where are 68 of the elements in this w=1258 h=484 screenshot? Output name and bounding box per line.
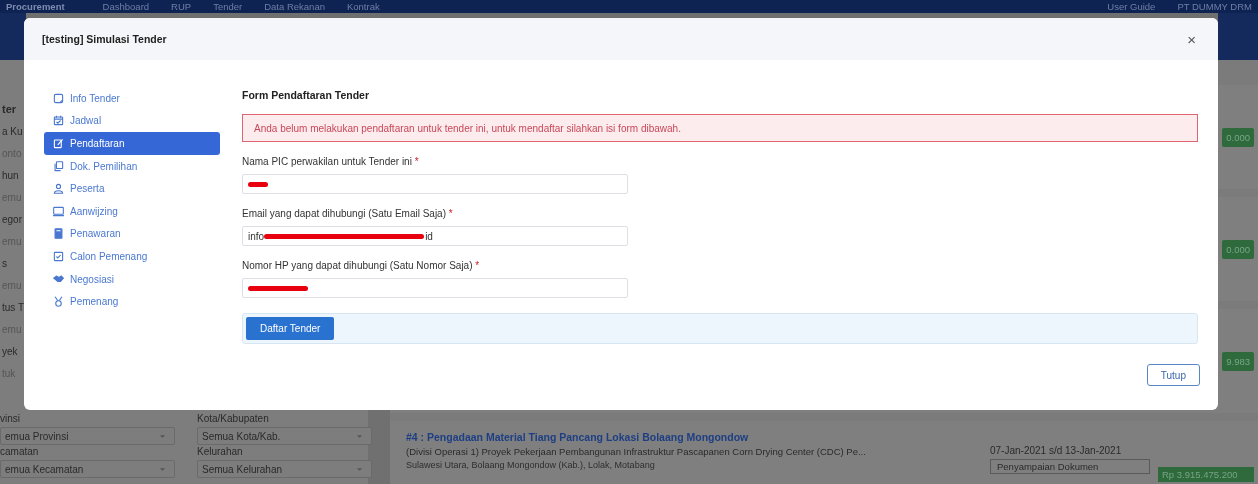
caret-icon bbox=[159, 432, 166, 440]
checkbox-icon bbox=[53, 250, 64, 262]
user-icon bbox=[53, 183, 64, 195]
caret-icon bbox=[356, 432, 363, 440]
user-menu[interactable]: PT DUMMY DRM bbox=[1177, 1, 1252, 12]
sidebar-tab[interactable]: Aanwijzing bbox=[44, 199, 220, 223]
tender-description: (Divisi Operasi 1) Proyek Pekerjaan Pembangunan Infrastruktur Pascapanen Corn Drying Center (CDC) Pe... bbox=[406, 446, 867, 457]
field-label: Email yang dapat dihubungi (Satu Email Saja) * bbox=[242, 208, 454, 220]
panel-heading: ter bbox=[2, 103, 17, 115]
filter-label: vinsi bbox=[0, 412, 21, 425]
stage-label: Penyampaian Dokumen bbox=[990, 459, 1150, 474]
calculator-icon bbox=[53, 228, 64, 240]
sidebar-tab[interactable]: Pendaftaran bbox=[44, 132, 220, 155]
form-title: Form Pendaftaran Tender bbox=[242, 88, 370, 103]
modal-title: [testing] Simulasi Tender bbox=[42, 33, 167, 45]
filter-label: Kota/Kabupaten bbox=[197, 412, 270, 425]
filter-label: egor bbox=[2, 213, 22, 225]
sidebar-tab[interactable]: Negosiasi bbox=[44, 267, 220, 291]
field-label: Nomor HP yang dapat dihubungi (Satu Nomor Saja) * bbox=[242, 260, 481, 272]
sidebar-tab[interactable]: Dok. Pemilihan bbox=[44, 154, 220, 178]
square-icon bbox=[53, 92, 64, 104]
input-field[interactable] bbox=[242, 174, 628, 194]
alert-message: Anda belum melakukan pendaftaran untuk tender ini, untuk mendaftar silahkan isi form dibawah. bbox=[242, 114, 1198, 142]
filter-label: a Ku bbox=[2, 125, 23, 137]
price-badge: 9.983 bbox=[1222, 351, 1254, 371]
sidebar-tab[interactable]: Info Tender bbox=[44, 87, 220, 110]
filter-label: tus T bbox=[2, 301, 25, 313]
input-field[interactable] bbox=[242, 278, 628, 298]
tender-title-link[interactable]: #4 : Pengadaan Material Tiang Pancang Lokasi Bolaang Mongondow bbox=[406, 431, 982, 443]
input-field[interactable]: info id bbox=[242, 226, 628, 246]
select-dropdown[interactable]: Semua Kota/Kab. bbox=[197, 427, 372, 445]
select-dropdown[interactable]: emua Provinsi bbox=[0, 427, 175, 445]
nav-link[interactable]: Tender bbox=[213, 1, 243, 12]
medal-icon bbox=[53, 296, 64, 308]
filter-label: hun bbox=[2, 169, 19, 181]
tender-location: Sulawesi Utara, Bolaang Mongondow (Kab.), Lolak, Motabang bbox=[406, 460, 656, 470]
sidebar-tab[interactable]: Jadwal bbox=[44, 109, 220, 133]
calendar-icon bbox=[53, 115, 64, 127]
price-badge: 0.000 bbox=[1222, 127, 1254, 147]
price-badge: 0.000 bbox=[1222, 239, 1254, 259]
filter-label: camatan bbox=[0, 445, 40, 458]
close-modal-button[interactable]: Tutup bbox=[1146, 364, 1200, 386]
handshake-icon bbox=[53, 273, 64, 285]
copy-icon bbox=[53, 160, 64, 172]
edit-icon bbox=[53, 138, 64, 149]
register-button[interactable]: Daftar Tender bbox=[246, 317, 335, 340]
brand-name[interactable]: Procurement bbox=[6, 1, 65, 12]
field-label: Nama PIC perwakilan untuk Tender ini * bbox=[242, 156, 420, 168]
filter-label: Kelurahan bbox=[197, 445, 244, 458]
price-badge: Rp 3.915.475.200 bbox=[1158, 467, 1254, 482]
caret-icon bbox=[356, 465, 363, 473]
select-dropdown[interactable]: emua Kecamatan bbox=[0, 460, 175, 478]
nav-link[interactable]: RUP bbox=[171, 1, 192, 12]
tender-period: 07-Jan-2021 s/d 13-Jan-2021 bbox=[990, 445, 1123, 456]
user-guide-link[interactable]: User Guide bbox=[1107, 1, 1156, 12]
filter-label: s bbox=[2, 257, 7, 269]
sidebar-tab[interactable]: Calon Pemenang bbox=[44, 245, 220, 268]
filter-label: yek bbox=[2, 345, 18, 357]
sidebar-tab[interactable]: Peserta bbox=[44, 177, 220, 200]
monitor-icon bbox=[53, 205, 64, 217]
close-button[interactable]: × bbox=[1183, 30, 1200, 48]
sidebar-tab[interactable]: Penawaran bbox=[44, 222, 220, 246]
select-dropdown[interactable]: Semua Kelurahan bbox=[197, 460, 372, 478]
nav-link[interactable]: Kontrak bbox=[346, 1, 380, 12]
nav-link[interactable]: Dashboard bbox=[102, 1, 150, 12]
caret-icon bbox=[159, 465, 166, 473]
sidebar-tab[interactable]: Pemenang bbox=[44, 290, 220, 313]
nav-link[interactable]: Data Rekanan bbox=[264, 1, 325, 12]
